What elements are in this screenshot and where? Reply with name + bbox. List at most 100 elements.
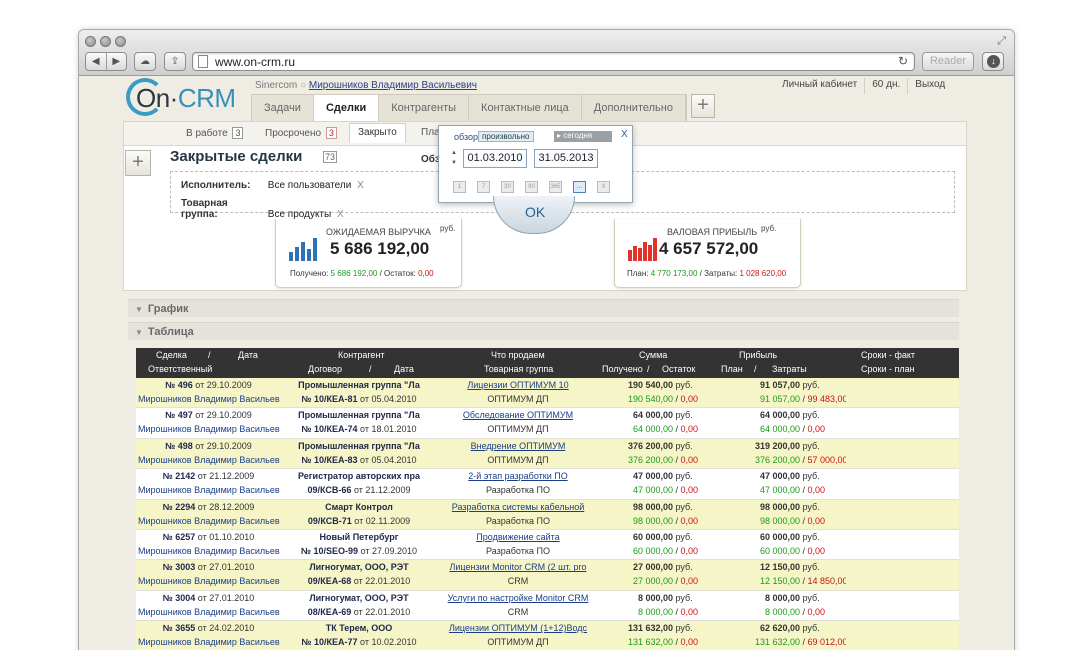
url-text[interactable]: www.on-crm.ru <box>215 55 295 69</box>
zoom-window-icon[interactable] <box>115 36 126 47</box>
close-icon[interactable]: X <box>621 129 628 140</box>
remove-filter-icon[interactable]: X <box>357 180 364 191</box>
contract-number[interactable]: № 10/КЕА-81 <box>301 394 357 404</box>
forward-arrow-icon[interactable]: ▶ <box>106 56 126 67</box>
table-row[interactable]: № 2294 от 28.12.2009 Мирошников Владимир … <box>136 499 959 530</box>
product-link[interactable]: Услуги по настройке Monitor CRM <box>448 593 589 603</box>
filter-executor-value[interactable]: Все пользователи <box>268 180 352 191</box>
contractor-name[interactable]: Регистратор авторских пра <box>298 471 420 481</box>
ok-label[interactable]: OK <box>525 204 545 220</box>
table-row[interactable]: № 3655 от 24.02.2010 Мирошников Владимир … <box>136 621 959 650</box>
today-button[interactable]: ▸ сегодня <box>554 131 612 142</box>
responsible-user[interactable]: Мирошников Владимир Васильев <box>138 546 280 556</box>
product-link[interactable]: Обследование ОПТИМУМ <box>463 410 573 420</box>
minimize-window-icon[interactable] <box>100 36 111 47</box>
contract-number[interactable]: 08/КЕА-69 <box>308 607 352 617</box>
table-row[interactable]: № 496 от 29.10.2009 Мирошников Владимир В… <box>136 378 959 409</box>
contractor-name[interactable]: Промышленная группа "Ла <box>298 410 420 420</box>
deal-number[interactable]: № 497 <box>165 410 193 420</box>
deal-number[interactable]: № 3655 <box>163 623 196 633</box>
table-row[interactable]: № 3004 от 27.01.2010 Мирошников Владимир … <box>136 590 959 622</box>
table-row[interactable]: № 3003 от 27.01.2010 Мирошников Владимир … <box>136 560 959 591</box>
tab-additional[interactable]: Дополнительно <box>582 95 686 122</box>
subtab-in-work[interactable]: В работе 3 <box>186 127 244 139</box>
tab-contacts[interactable]: Контактные лица <box>469 95 582 122</box>
deal-number[interactable]: № 2294 <box>163 502 196 512</box>
back-arrow-icon[interactable]: ◀ <box>86 56 106 67</box>
tab-tasks[interactable]: Задачи <box>252 95 314 122</box>
calendar-custom-icon[interactable]: ... <box>573 181 586 193</box>
fullscreen-icon[interactable]: ⤢ <box>997 35 1006 48</box>
share-button[interactable]: ⇪ <box>164 52 186 71</box>
add-deal-button[interactable]: + <box>125 150 151 176</box>
deal-number[interactable]: № 3004 <box>163 593 196 603</box>
product-link[interactable]: Лицензии ОПТИМУМ (1+12)Водс <box>449 623 587 633</box>
arrow-up-icon[interactable]: ▲ <box>451 150 457 156</box>
responsible-user[interactable]: Мирошников Владимир Васильев <box>138 394 280 404</box>
responsible-user[interactable]: Мирошников Владимир Васильев <box>138 637 280 647</box>
product-link[interactable]: Внедрение ОПТИМУМ <box>471 441 566 451</box>
back-forward-buttons[interactable]: ◀ ▶ <box>85 52 127 71</box>
user-profile-link[interactable]: Мирошников Владимир Васильевич <box>309 80 477 91</box>
period-mode-arbitrary[interactable]: произвольно <box>478 131 534 142</box>
table-row[interactable]: № 498 от 29.10.2009 Мирошников Владимир В… <box>136 438 959 470</box>
downloads-button[interactable]: ↓ <box>982 52 1004 71</box>
date-to-input[interactable]: 31.05.2013 <box>534 149 598 168</box>
product-link[interactable]: 2-й этап разработки ПО <box>468 471 567 481</box>
contractor-name[interactable]: Лигногумат, ООО, РЭТ <box>309 562 408 572</box>
reload-icon[interactable]: ↻ <box>898 54 908 68</box>
date-from-input[interactable]: 01.03.2010 <box>463 149 527 168</box>
deal-number[interactable]: № 496 <box>165 380 193 390</box>
contractor-name[interactable]: Лигногумат, ООО, РЭТ <box>309 593 408 603</box>
contract-number[interactable]: № 10/КЕА-74 <box>301 424 357 434</box>
product-link[interactable]: Продвижение сайта <box>476 532 559 542</box>
deal-number[interactable]: № 6257 <box>163 532 196 542</box>
product-link[interactable]: Разработка системы кабельной <box>452 502 585 512</box>
contractor-name[interactable]: Промышленная группа "Ла <box>298 441 420 451</box>
contractor-name[interactable]: Промышленная группа "Ла <box>298 380 420 390</box>
contractor-name[interactable]: ТК Терем, ООО <box>326 623 393 633</box>
table-row[interactable]: № 497 от 29.10.2009 Мирошников Владимир В… <box>136 408 959 439</box>
table-row[interactable]: № 6257 от 01.10.2010 Мирошников Владимир … <box>136 530 959 561</box>
calendar-year-icon[interactable]: 365 <box>549 181 562 193</box>
icloud-tabs-button[interactable]: ☁ <box>134 52 156 71</box>
on-crm-logo[interactable]: On·CRM <box>124 76 236 120</box>
chart-section-toggle[interactable]: ▼ График <box>128 299 959 317</box>
personal-cabinet-link[interactable]: Личный кабинет <box>775 78 866 94</box>
contract-number[interactable]: 09/КЕА-68 <box>308 576 352 586</box>
contract-number[interactable]: № 10/SEO-99 <box>301 546 358 556</box>
calendar-week-icon[interactable]: 7 <box>477 181 490 193</box>
responsible-user[interactable]: Мирошников Владимир Васильев <box>138 424 280 434</box>
calendar-clear-icon[interactable]: X <box>597 181 610 193</box>
responsible-user[interactable]: Мирошников Владимир Васильев <box>138 516 280 526</box>
product-link[interactable]: Лицензии ОПТИМУМ 10 <box>467 380 568 390</box>
responsible-user[interactable]: Мирошников Владимир Васильев <box>138 485 280 495</box>
reader-button[interactable]: Reader <box>922 52 974 71</box>
contractor-name[interactable]: Новый Петербург <box>319 532 398 542</box>
add-tab-button[interactable]: + <box>691 94 715 118</box>
deal-number[interactable]: № 2142 <box>163 471 196 481</box>
subtab-overdue[interactable]: Просрочено 3 <box>265 127 337 139</box>
deal-number[interactable]: № 498 <box>165 441 193 451</box>
calendar-month-icon[interactable]: 30 <box>501 181 514 193</box>
contractor-name[interactable]: Смарт Контрол <box>325 502 393 512</box>
deal-number[interactable]: № 3003 <box>163 562 196 572</box>
calendar-day-icon[interactable]: 1 <box>453 181 466 193</box>
close-window-icon[interactable] <box>85 36 96 47</box>
subtab-closed[interactable]: Закрыто <box>349 123 406 143</box>
arrow-down-icon[interactable]: ▼ <box>451 160 457 166</box>
responsible-user[interactable]: Мирошников Владимир Васильев <box>138 607 280 617</box>
table-row[interactable]: № 2142 от 21.12.2009 Мирошников Владимир … <box>136 469 959 500</box>
responsible-user[interactable]: Мирошников Владимир Васильев <box>138 576 280 586</box>
tab-contractors[interactable]: Контрагенты <box>379 95 470 122</box>
subtab-plan[interactable]: Пла <box>421 127 440 138</box>
logout-link[interactable]: Выход <box>908 78 952 94</box>
table-section-toggle[interactable]: ▼ Таблица <box>128 322 959 340</box>
contract-number[interactable]: № 10/КЕА-77 <box>301 637 357 647</box>
responsible-user[interactable]: Мирошников Владимир Васильев <box>138 455 280 465</box>
address-bar[interactable]: www.on-crm.ru ↻ <box>192 52 915 71</box>
contract-number[interactable]: 09/КСВ-71 <box>308 516 352 526</box>
product-link[interactable]: Лицензии Monitor CRM (2 шт. pro <box>449 562 586 572</box>
contract-number[interactable]: № 10/КЕА-83 <box>301 455 357 465</box>
tab-deals[interactable]: Сделки <box>313 95 380 124</box>
